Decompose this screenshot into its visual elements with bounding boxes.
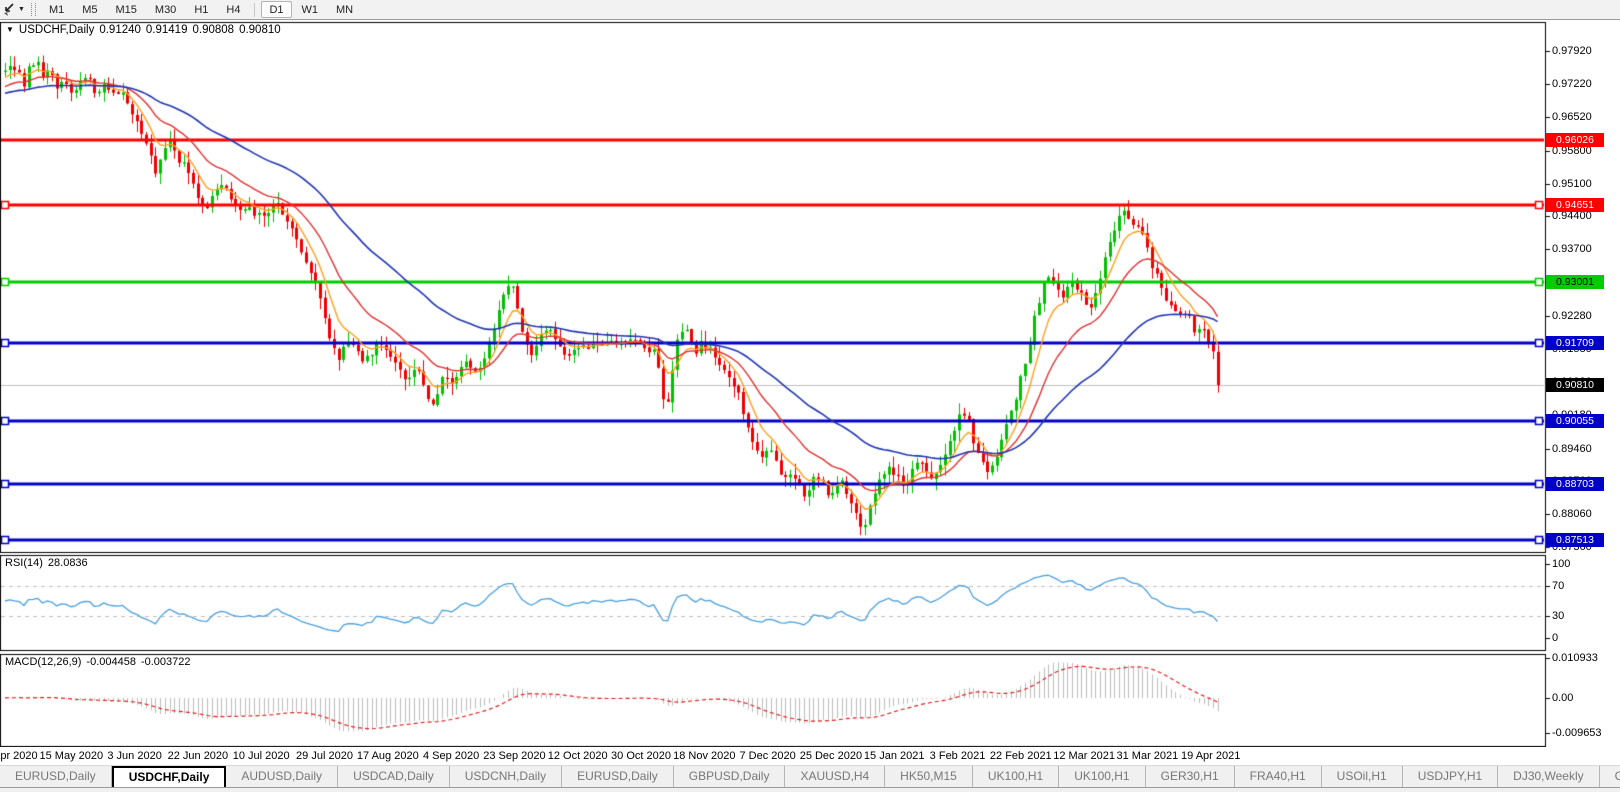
chart-tab-GER30-H1[interactable]: GER30,H1: [1146, 766, 1235, 787]
price-tick-0.88060: 0.88060: [1552, 508, 1592, 521]
rsi-name: RSI(14): [5, 557, 43, 569]
chart-title: ▼ USDCHF,Daily 0.91240 0.91419 0.90808 0.9081…: [6, 24, 286, 36]
current-price-badge: 0.90810: [1546, 378, 1604, 393]
chart-tab-DJ30-Weekly[interactable]: DJ30,Weekly: [1498, 766, 1600, 787]
status-strip: [0, 788, 1620, 792]
timeframe-button-M1[interactable]: M1: [41, 1, 72, 18]
date-tick-label: 31 Mar 2021: [1116, 750, 1179, 762]
hline-price-badge-0.87513[interactable]: 0.87513: [1546, 533, 1604, 548]
ohlc-close: 0.90810: [239, 24, 281, 36]
date-tick-label: 18 Nov 2020: [673, 750, 736, 762]
hline-price-badge-0.94651[interactable]: 0.94651: [1546, 197, 1604, 212]
chart-tab-USDCNH-Daily[interactable]: USDCNH,Daily: [450, 766, 563, 787]
chart-tab-GBPUSD-Daily[interactable]: GBPUSD,Daily: [674, 766, 786, 787]
macd-tick--0.009653: -0.009653: [1552, 727, 1602, 740]
date-tick-label: 23 Sep 2020: [483, 750, 546, 762]
chart-tab-CHINA300-H1[interactable]: CHINA300,H1: [1600, 766, 1620, 787]
rsi-value: 28.0836: [47, 557, 88, 569]
timeframe-button-D1[interactable]: D1: [261, 1, 292, 18]
price-tick-0.96520: 0.96520: [1552, 110, 1592, 123]
timeframe-button-M15[interactable]: M15: [108, 1, 145, 18]
macd-name: MACD(12,26,9): [5, 656, 82, 668]
date-tick-label: 25 Dec 2020: [799, 750, 863, 762]
date-tick-label: 4 Sep 2020: [422, 750, 480, 762]
price-tick-0.93700: 0.93700: [1552, 243, 1592, 256]
terminal-screen: ▼ M1 M5 M15 M30 H1 H4 D1 W1 MN ▼ USDCHF,Daily 0.91…: [0, 0, 1620, 792]
ohlc-high: 0.91419: [145, 24, 188, 36]
collapse-triangle-icon[interactable]: ▼: [6, 25, 14, 34]
dropdown-caret-icon[interactable]: ▼: [18, 6, 25, 13]
date-tick-label: 22 Jun 2020: [167, 750, 229, 762]
chart-tab-EURUSD-Daily[interactable]: EURUSD,Daily: [0, 766, 112, 787]
hline-price-badge-0.93001[interactable]: 0.93001: [1546, 275, 1604, 290]
chart-window: ▼ USDCHF,Daily 0.91240 0.91419 0.90808 0.9081…: [0, 20, 1620, 765]
timeframe-button-M30[interactable]: M30: [147, 1, 184, 18]
date-tick-label: 15 Jan 2021: [863, 750, 925, 762]
chart-cursor-icon[interactable]: ▼: [0, 0, 28, 19]
macd-tick-0.010933: 0.010933: [1552, 652, 1598, 664]
price-tick-0.95100: 0.95100: [1552, 177, 1592, 190]
chart-tab-UK100-H1[interactable]: UK100,H1: [1059, 766, 1146, 787]
rsi-tick-30: 30: [1552, 609, 1565, 622]
chart-tab-UK100-H1[interactable]: UK100,H1: [973, 766, 1060, 787]
date-tick-label: 30 Oct 2020: [611, 750, 671, 762]
price-tick-0.92280: 0.92280: [1552, 310, 1592, 323]
date-tick-label: 19 Apr 2021: [1181, 750, 1241, 762]
timeframe-button-W1[interactable]: W1: [294, 1, 327, 18]
hline-price-badge-0.96026[interactable]: 0.96026: [1546, 133, 1604, 147]
chart-tab-bar: EURUSD,Daily USDCHF,Daily AUDUSD,Daily USDC…: [0, 765, 1620, 788]
date-tick-label: 15 May 2020: [39, 750, 104, 762]
price-tick-0.97920: 0.97920: [1552, 45, 1592, 57]
price-tick-0.89460: 0.89460: [1552, 442, 1592, 455]
macd-signal-value: -0.003722: [140, 656, 191, 668]
date-tick-label: 22 Feb 2021: [989, 750, 1052, 762]
macd-tick-0.00: 0.00: [1552, 692, 1574, 704]
chart-tab-FRA40-H1[interactable]: FRA40,H1: [1235, 766, 1322, 787]
chart-symbol: USDCHF,Daily: [18, 24, 95, 36]
date-tick-label: 7 Dec 2020: [739, 750, 796, 762]
macd-indicator-label: MACD(12,26,9) -0.004458 -0.003722: [5, 656, 196, 668]
timeframe-button-H4[interactable]: H4: [218, 1, 248, 18]
date-tick-label: 3 Jun 2020: [107, 750, 162, 762]
price-tick-0.94400: 0.94400: [1552, 210, 1592, 223]
chart-tab-USDJPY-H1[interactable]: USDJPY,H1: [1403, 766, 1499, 787]
rsi-indicator-label: RSI(14) 28.0836: [5, 557, 93, 569]
rsi-tick-70: 70: [1552, 580, 1565, 593]
date-tick-label: 12 Mar 2021: [1053, 750, 1115, 762]
ohlc-low: 0.90808: [192, 24, 235, 36]
toolbar-grip[interactable]: [30, 3, 36, 16]
date-tick-label: 27 Apr 2020: [0, 750, 38, 762]
timeframe-button-MN[interactable]: MN: [328, 1, 361, 18]
ohlc-open: 0.91240: [99, 24, 141, 36]
date-tick-label: 10 Jul 2020: [232, 750, 290, 762]
hline-price-badge-0.90055[interactable]: 0.90055: [1546, 413, 1604, 428]
toolbar-separator: [254, 2, 256, 17]
macd-main-value: -0.004458: [86, 656, 136, 668]
timeframe-button-M5[interactable]: M5: [74, 1, 105, 18]
chart-tab-XAUUSD-H4[interactable]: XAUUSD,H4: [785, 766, 886, 787]
chart-tab-AUDUSD-Daily[interactable]: AUDUSD,Daily: [226, 766, 339, 787]
date-tick-label: 12 Oct 2020: [547, 750, 608, 762]
date-tick-label: 29 Jul 2020: [296, 750, 353, 762]
chart-tab-HK50-M15[interactable]: HK50,M15: [885, 766, 973, 787]
rsi-tick-100: 100: [1552, 558, 1571, 570]
chart-tab-USOil-H1[interactable]: USOil,H1: [1322, 766, 1403, 787]
chart-tab-EURUSD-Daily[interactable]: EURUSD,Daily: [562, 766, 674, 787]
rsi-tick-0: 0: [1552, 632, 1559, 644]
chart-tab-USDCAD-Daily[interactable]: USDCAD,Daily: [338, 766, 450, 787]
chart-tab-USDCHF-Daily[interactable]: USDCHF,Daily: [111, 766, 227, 787]
date-tick-label: 3 Feb 2021: [929, 750, 986, 762]
timeframe-toolbar: ▼ M1 M5 M15 M30 H1 H4 D1 W1 MN: [0, 0, 1620, 20]
hline-price-badge-0.88703[interactable]: 0.88703: [1546, 477, 1604, 492]
time-axis[interactable]: 27 Apr 202015 May 20203 Jun 2020 22 Jun 2…: [0, 747, 1545, 765]
date-tick-label: 17 Aug 2020: [356, 750, 419, 762]
price-chart-canvas[interactable]: [0, 20, 1620, 747]
timeframe-button-H1[interactable]: H1: [186, 1, 216, 18]
hline-price-badge-0.91709[interactable]: 0.91709: [1546, 335, 1604, 350]
price-tick-0.97220: 0.97220: [1552, 77, 1592, 90]
